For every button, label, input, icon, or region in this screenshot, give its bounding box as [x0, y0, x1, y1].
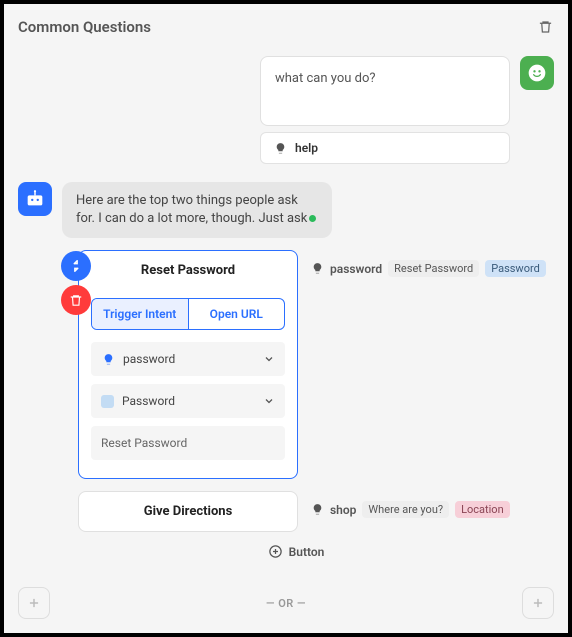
lightbulb-icon [310, 503, 324, 517]
meta-intent-label: password [330, 262, 382, 276]
meta-pill[interactable]: Reset Password [388, 260, 479, 277]
intent-select-field[interactable]: password [91, 342, 285, 376]
reset-password-meta: password Reset Password Password [310, 250, 546, 277]
add-branch-right-button[interactable] [522, 587, 554, 619]
intent-select-label: password [123, 352, 175, 366]
status-dot-icon [309, 215, 316, 222]
bot-message-row: Here are the top two things people ask f… [18, 182, 554, 238]
canvas-title: Common Questions [18, 18, 151, 36]
entity-icon [101, 395, 114, 408]
plus-icon [531, 596, 545, 610]
bot-message-bubble[interactable]: Here are the top two things people ask f… [62, 182, 332, 238]
meta-pill[interactable]: Where are you? [362, 501, 449, 518]
or-divider-row: — OR — [18, 587, 554, 619]
or-divider-label: — OR — [266, 597, 306, 610]
reset-password-card[interactable]: Reset Password Trigger Intent Open URL p… [78, 250, 298, 479]
user-avatar [520, 56, 554, 90]
action-type-segmented: Trigger Intent Open URL [91, 298, 285, 330]
add-button-label: Button [289, 545, 325, 559]
give-directions-row: Give Directions shop Where are you? Loca… [78, 491, 554, 532]
response-cards-area: Reset Password Trigger Intent Open URL p… [78, 250, 554, 559]
lightbulb-icon [310, 262, 324, 276]
user-message-text: what can you do? [275, 71, 376, 86]
add-branch-left-button[interactable] [18, 587, 50, 619]
reset-password-row: Reset Password Trigger Intent Open URL p… [78, 250, 554, 479]
bot-message-text: Here are the top two things people ask f… [76, 193, 307, 226]
trash-icon [538, 19, 553, 35]
seg-open-url[interactable]: Open URL [188, 299, 285, 329]
lightbulb-icon [273, 141, 287, 155]
collapse-icon [69, 259, 83, 273]
intent-chip[interactable]: help [260, 132, 510, 164]
trash-icon [69, 293, 83, 308]
card-title: Give Directions [144, 504, 233, 519]
button-label-field[interactable]: Reset Password [91, 426, 285, 460]
give-directions-meta: shop Where are you? Location [310, 491, 510, 518]
meta-pill-entity[interactable]: Password [485, 260, 546, 277]
plus-icon [27, 596, 41, 610]
bot-avatar [18, 182, 52, 216]
chevron-down-icon [263, 395, 275, 407]
canvas-header: Common Questions [18, 18, 554, 36]
intent-chip-row: help [18, 132, 554, 164]
delete-node-button[interactable] [536, 18, 554, 36]
meta-pill-entity[interactable]: Location [455, 501, 510, 518]
card-title: Reset Password [79, 251, 297, 288]
entity-select-label: Password [122, 394, 175, 408]
entity-select-field[interactable]: Password [91, 384, 285, 418]
intent-chip-label: help [295, 141, 318, 155]
give-directions-card[interactable]: Give Directions [78, 491, 298, 532]
plus-circle-icon [268, 544, 283, 559]
meta-intent-label: shop [330, 503, 356, 517]
chevron-down-icon [263, 353, 275, 365]
lightbulb-icon [101, 352, 115, 366]
user-message-card[interactable]: what can you do? [260, 56, 510, 126]
user-message-row: what can you do? [18, 56, 554, 126]
add-button-row[interactable]: Button [38, 544, 554, 559]
button-label-text: Reset Password [101, 436, 187, 450]
bot-icon [24, 188, 46, 210]
chatbot-builder-canvas: Common Questions what can you do? help [4, 4, 568, 633]
user-face-icon [527, 63, 547, 83]
seg-trigger-intent[interactable]: Trigger Intent [92, 299, 188, 329]
